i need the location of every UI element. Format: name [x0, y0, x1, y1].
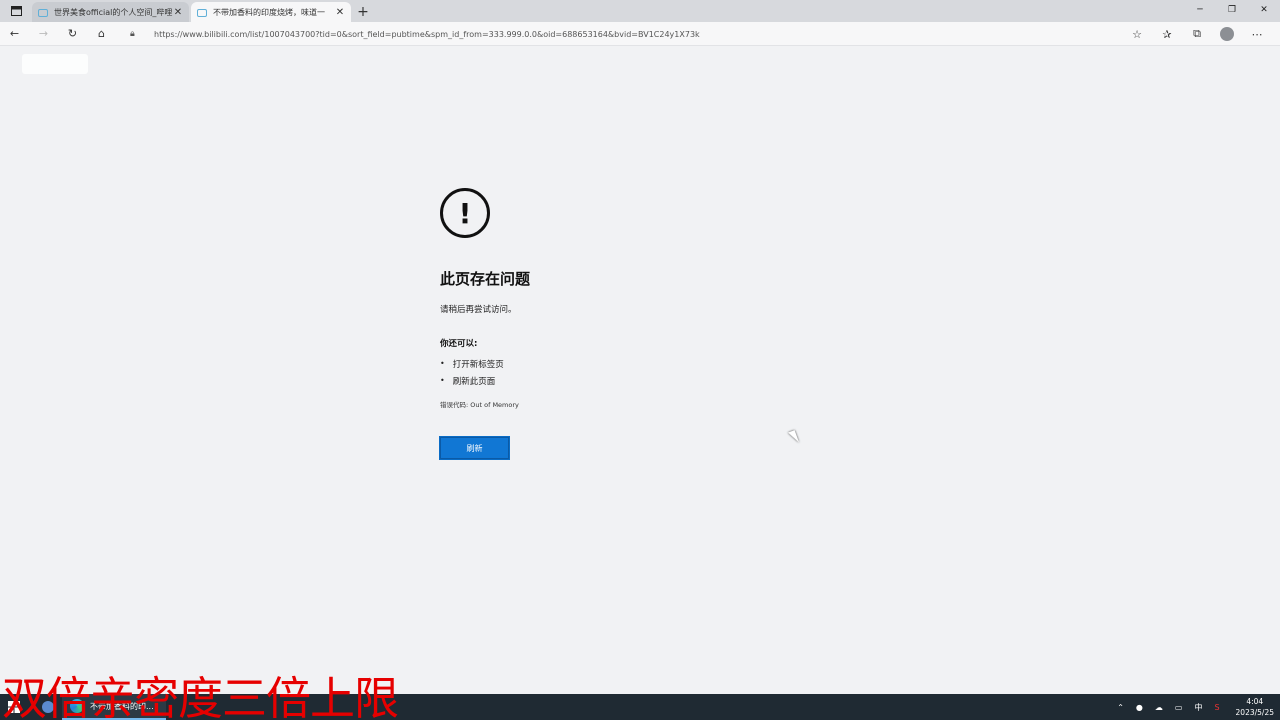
exclamation-circle-icon: !: [440, 188, 490, 238]
lock-icon: 🔒︎: [130, 29, 135, 39]
favorites-button[interactable]: ✰: [1152, 28, 1182, 41]
ellipsis-icon: ⋯: [1251, 27, 1263, 41]
profile-avatar[interactable]: [1220, 27, 1234, 41]
tab-2-title: 不带加香料的印度烧烤，味道一: [213, 7, 325, 17]
toolbar-right: ☆ ✰ ⧉ ⋯: [1122, 24, 1272, 44]
address-bar[interactable]: 🔒︎ https://www.bilibili.com/list/1007043…: [130, 24, 1150, 44]
sogou-icon[interactable]: S: [1214, 703, 1219, 712]
refresh-button[interactable]: 刷新: [439, 436, 510, 460]
arrow-left-icon: ←: [9, 27, 20, 40]
tab-1-close-icon[interactable]: ✕: [173, 7, 183, 18]
tray-cloud-icon[interactable]: ☁: [1155, 703, 1163, 712]
tab-1[interactable]: 世界美食official的个人空间_哔哩 ✕: [32, 2, 189, 22]
faded-overlay-box: [22, 54, 88, 74]
add-favorite-button[interactable]: ☆: [1122, 28, 1152, 41]
arrow-right-icon: →: [38, 27, 49, 40]
tab-strip: 世界美食official的个人空间_哔哩 ✕ 不带加香料的印度烧烤，味道一 ✕ …: [0, 0, 1280, 22]
clock-date: 2023/5/25: [1235, 708, 1274, 717]
back-button[interactable]: ←: [0, 23, 29, 45]
home-icon: ⌂: [98, 27, 105, 40]
restore-button[interactable]: ❐: [1216, 0, 1248, 20]
list-item: 刷新此页面: [440, 372, 740, 389]
clock-time: 4:04: [1246, 697, 1264, 706]
option-refresh-page: 刷新此页面: [452, 376, 496, 387]
error-subtitle: 请稍后再尝试访问。: [440, 305, 517, 315]
ime-indicator[interactable]: 中: [1194, 702, 1202, 713]
close-window-button[interactable]: ✕: [1248, 0, 1280, 20]
error-also-label: 你还可以:: [440, 339, 478, 349]
window-controls: ─ ❐ ✕: [1184, 0, 1280, 22]
tab-actions-icon: [10, 6, 22, 16]
favorites-icon: ✰: [1162, 27, 1172, 41]
star-add-icon: ☆: [1132, 27, 1142, 41]
tab-1-title: 世界美食official的个人空间_哔哩: [54, 7, 173, 17]
more-menu-button[interactable]: ⋯: [1242, 28, 1272, 41]
network-icon[interactable]: ▭: [1175, 703, 1183, 712]
forward-button[interactable]: →: [29, 23, 58, 45]
tab-2-close-icon[interactable]: ✕: [335, 7, 345, 18]
system-tray: ⌃ ● ☁ ▭ 中 S 4:04 2023/5/25: [1111, 694, 1274, 720]
clock[interactable]: 4:04 2023/5/25: [1236, 696, 1274, 718]
reload-icon: ↻: [67, 27, 78, 40]
video-overlay-caption: 双倍亲密度三倍上限: [2, 672, 399, 720]
collections-icon: ⧉: [1193, 27, 1201, 40]
error-code: 错误代码: Out of Memory: [440, 401, 519, 409]
bilibili-tab-icon: [38, 8, 48, 17]
address-url: https://www.bilibili.com/list/1007043700…: [154, 29, 700, 39]
tab-actions-button[interactable]: [0, 0, 32, 22]
collections-button[interactable]: ⧉: [1182, 27, 1212, 41]
error-options: 打开新标签页 刷新此页面: [440, 355, 740, 389]
reload-button[interactable]: ↻: [58, 23, 87, 45]
error-title: 此页存在问题: [440, 270, 531, 288]
minimize-button[interactable]: ─: [1184, 0, 1216, 20]
list-item: 打开新标签页: [440, 355, 740, 372]
option-open-new-tab: 打开新标签页: [452, 359, 504, 370]
new-tab-button[interactable]: +: [351, 2, 375, 22]
error-panel: ! 此页存在问题 请稍后再尝试访问。 你还可以: 打开新标签页 刷新此页面 错误…: [439, 188, 740, 460]
bilibili-tab-icon: [197, 8, 207, 17]
tab-2[interactable]: 不带加香料的印度烧烤，味道一 ✕: [191, 2, 351, 22]
tray-chevron-icon[interactable]: ⌃: [1117, 703, 1124, 712]
mouse-cursor-icon: [787, 430, 800, 445]
plus-icon: +: [357, 4, 369, 20]
home-button[interactable]: ⌂: [87, 23, 116, 45]
browser-toolbar: ← → ↻ ⌂ 🔒︎ https://www.bilibili.com/list…: [0, 22, 1280, 46]
tray-app-icon[interactable]: ●: [1136, 703, 1143, 712]
